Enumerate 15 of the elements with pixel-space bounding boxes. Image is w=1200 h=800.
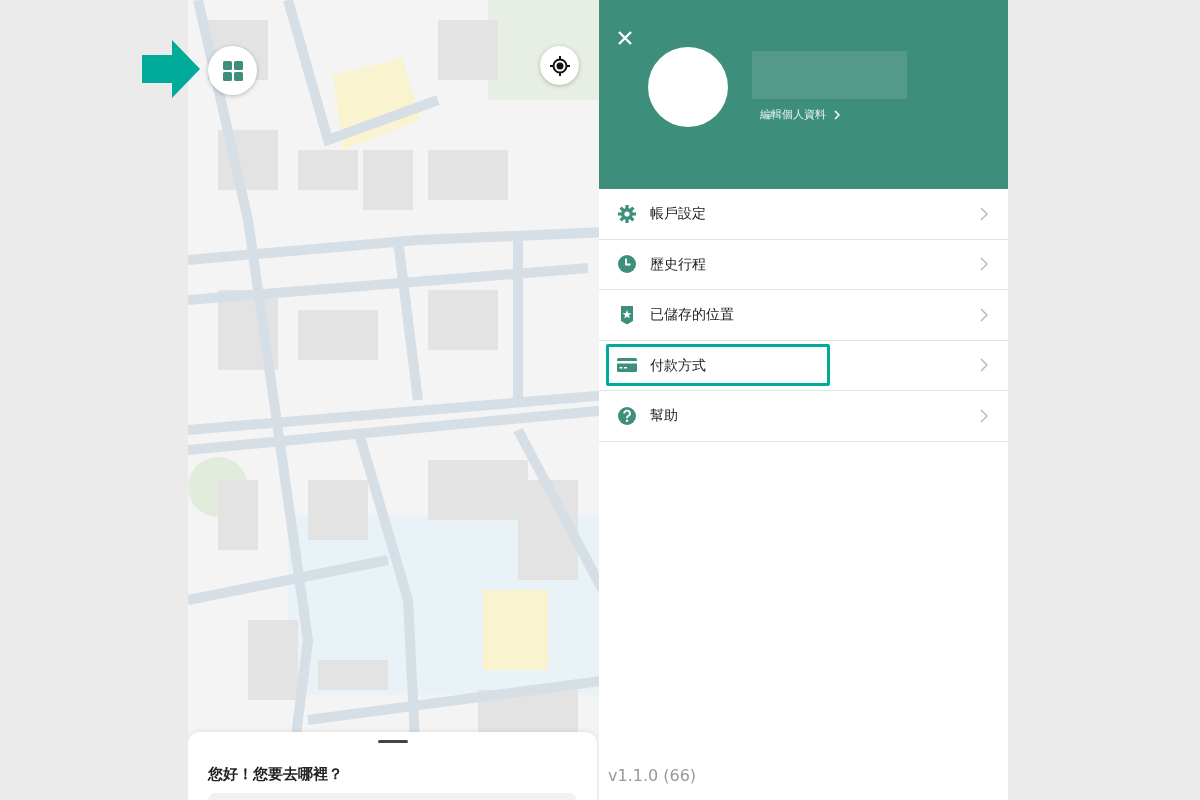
chevron-right-icon [980,307,988,322]
chevron-right-icon [980,206,988,221]
chevron-right-icon [980,358,988,373]
greeting-text: 您好！您要去哪裡？ [208,765,344,783]
version-text: v1.1.0 (66) [607,765,698,787]
chevron-right-icon [834,110,840,121]
chevron-right-icon [980,408,988,423]
drag-handle[interactable] [377,740,408,743]
help-icon [617,405,637,426]
chevron-right-icon [980,257,988,272]
clock-icon [617,254,637,275]
edit-profile-link[interactable]: 編輯個人資料 [760,107,907,124]
crosshair-icon [548,54,571,77]
grid-icon [222,60,243,81]
gear-icon [617,203,637,224]
